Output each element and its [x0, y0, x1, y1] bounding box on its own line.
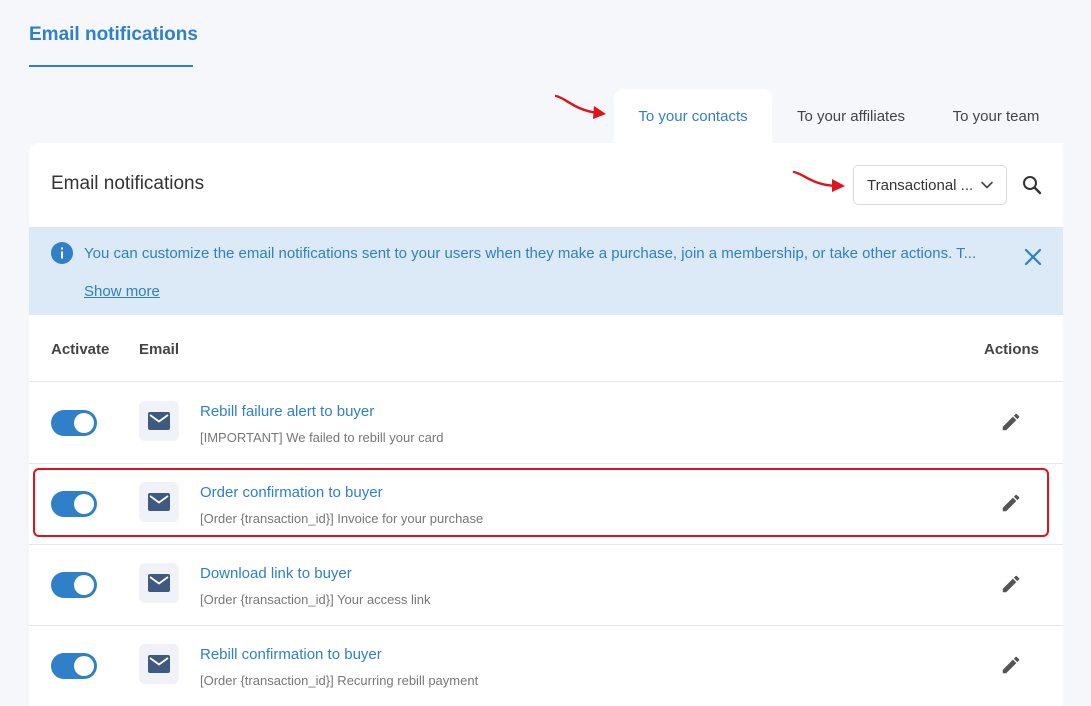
close-icon[interactable] [1022, 246, 1044, 268]
info-icon [51, 242, 73, 264]
page-title: Email notifications [29, 24, 198, 45]
table-row: Download link to buyer [Order {transacti… [29, 545, 1063, 626]
toggle-knob [74, 413, 94, 433]
edit-pencil-icon[interactable] [1000, 492, 1022, 514]
info-banner-text: You can customize the email notification… [84, 245, 977, 262]
mail-icon [139, 644, 179, 684]
mail-icon [139, 563, 179, 603]
table-row: Rebill failure alert to buyer [IMPORTANT… [29, 383, 1063, 464]
notifications-card: Email notifications Transactional ... Yo… [29, 143, 1063, 706]
column-header-email: Email [139, 341, 180, 358]
table-row: Rebill confirmation to buyer [Order {tra… [29, 626, 1063, 706]
mail-icon [139, 482, 179, 522]
email-subject: [IMPORTANT] We failed to rebill your car… [200, 430, 444, 445]
page-title-underline [29, 65, 193, 67]
toggle-knob [74, 656, 94, 676]
card-title: Email notifications [51, 173, 205, 194]
column-header-actions: Actions [984, 341, 1040, 358]
edit-pencil-icon[interactable] [1000, 411, 1022, 433]
column-header-activate: Activate [51, 341, 110, 358]
activate-toggle[interactable] [51, 572, 97, 598]
toggle-knob [74, 575, 94, 595]
email-subject: [Order {transaction_id}] Your access lin… [200, 592, 431, 607]
tab-to-your-affiliates[interactable]: To your affiliates [776, 89, 926, 143]
table-row: Order confirmation to buyer [Order {tran… [29, 464, 1063, 545]
edit-pencil-icon[interactable] [1000, 573, 1022, 595]
email-name-link[interactable]: Order confirmation to buyer [200, 484, 383, 501]
table-header: Activate Email Actions [29, 315, 1063, 382]
info-banner: You can customize the email notification… [29, 227, 1063, 315]
activate-toggle[interactable] [51, 653, 97, 679]
chevron-down-icon [981, 181, 993, 189]
email-subject: [Order {transaction_id}] Recurring rebil… [200, 673, 479, 688]
email-name-link[interactable]: Download link to buyer [200, 565, 352, 582]
tab-bar: To your contacts To your affiliates To y… [0, 89, 1091, 143]
email-subject: [Order {transaction_id}] Invoice for you… [200, 511, 484, 526]
activate-toggle[interactable] [51, 410, 97, 436]
mail-icon [139, 401, 179, 441]
edit-pencil-icon[interactable] [1000, 654, 1022, 676]
search-icon[interactable] [1020, 173, 1044, 197]
toggle-knob [74, 494, 94, 514]
email-name-link[interactable]: Rebill failure alert to buyer [200, 403, 374, 420]
email-name-link[interactable]: Rebill confirmation to buyer [200, 646, 382, 663]
show-more-link[interactable]: Show more [84, 283, 160, 300]
notification-type-value: Transactional ... [867, 176, 974, 194]
activate-toggle[interactable] [51, 491, 97, 517]
tab-to-your-team[interactable]: To your team [930, 89, 1062, 143]
tab-to-your-contacts[interactable]: To your contacts [614, 89, 772, 143]
notification-type-select[interactable]: Transactional ... [853, 165, 1007, 205]
